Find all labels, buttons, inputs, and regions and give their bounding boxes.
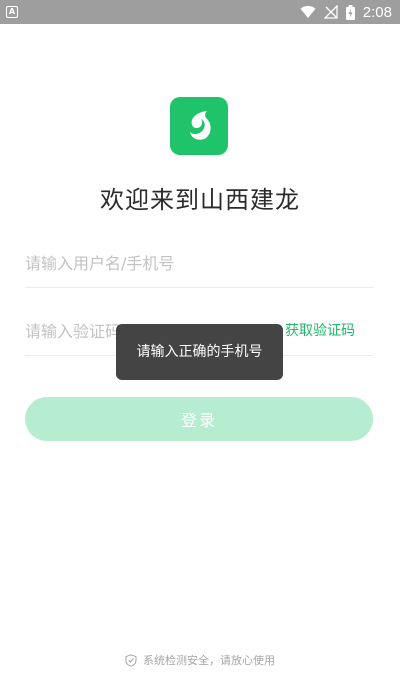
logo-mark-icon: [190, 111, 211, 140]
battery-icon: [345, 4, 355, 20]
status-bar: A 2:08: [0, 0, 400, 24]
footer-text: 系统检测安全，请放心使用: [143, 654, 275, 667]
a-notification-icon: A: [6, 6, 18, 18]
welcome-title: 欢迎来到山西建龙: [100, 186, 300, 214]
status-right: 2:08: [300, 4, 392, 21]
signal-off-icon: [323, 5, 338, 19]
username-field-row: [25, 238, 373, 288]
wifi-icon: [300, 5, 316, 18]
app-logo-icon: [170, 97, 228, 155]
status-time: 2:08: [362, 3, 392, 21]
shield-check-icon: [125, 653, 137, 667]
toast-message: 请输入正确的手机号: [116, 324, 283, 380]
get-code-button[interactable]: 获取验证码: [285, 306, 355, 356]
status-left: A: [6, 6, 18, 18]
login-button[interactable]: 登录: [25, 397, 373, 441]
username-input[interactable]: [25, 238, 373, 288]
footer: 系统检测安全，请放心使用: [0, 652, 400, 668]
